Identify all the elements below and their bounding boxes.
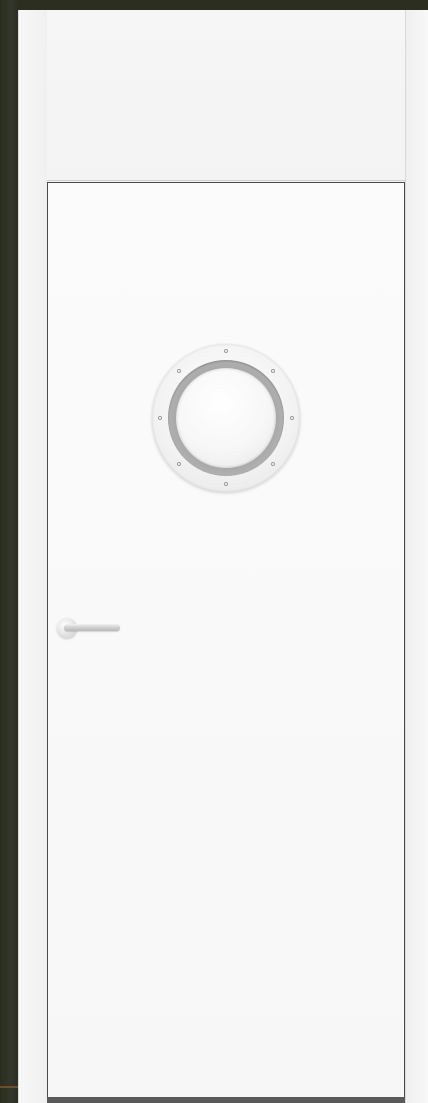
porthole-bolt (224, 349, 228, 353)
porthole-bolt (290, 416, 294, 420)
door-leaf[interactable] (47, 182, 405, 1097)
wall-strip (0, 0, 18, 1103)
porthole-bolt (271, 369, 275, 373)
frame-right-jamb (405, 10, 428, 1103)
porthole-bolt (158, 416, 162, 420)
porthole-glass (176, 368, 276, 468)
wall-mark (0, 1086, 18, 1088)
porthole-bolt (177, 462, 181, 466)
lever-handle-icon[interactable] (64, 624, 120, 631)
porthole-bolt (177, 369, 181, 373)
frame-left-jamb (18, 10, 47, 1103)
ceiling-band (18, 0, 428, 10)
transom-panel (47, 10, 405, 181)
porthole-bolt (224, 482, 228, 486)
floor-line (47, 1097, 405, 1103)
door-scene (0, 0, 428, 1103)
porthole-bolt (271, 462, 275, 466)
